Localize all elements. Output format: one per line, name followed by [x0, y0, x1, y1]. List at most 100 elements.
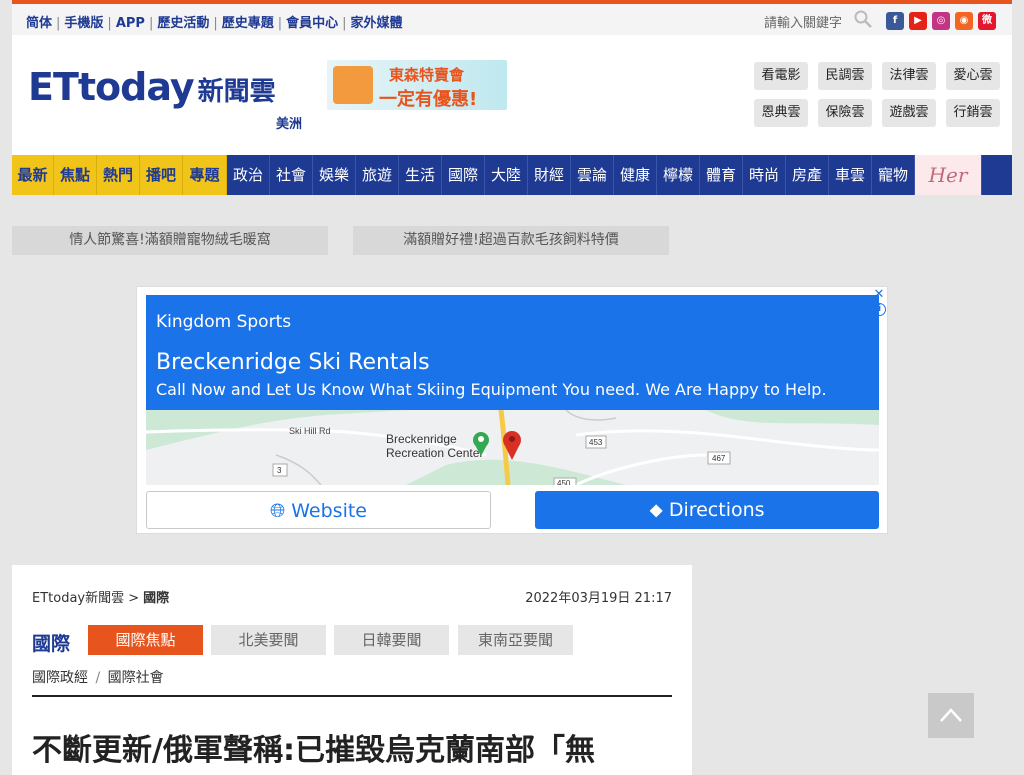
svg-text:453: 453: [589, 438, 603, 447]
promo-link-1[interactable]: 情人節驚喜!滿額贈寵物絨毛暖窩: [12, 226, 328, 255]
link-mobile[interactable]: 手機版: [64, 16, 103, 31]
tab-southeast-asia[interactable]: 東南亞要聞: [458, 625, 573, 655]
nav-opinion[interactable]: 雲論: [571, 155, 614, 195]
ad-title: Breckenridge Ski Rentals: [156, 350, 430, 375]
nav-sports[interactable]: 體育: [700, 155, 743, 195]
nav-lemon[interactable]: 檸檬: [657, 155, 700, 195]
search-input[interactable]: 請輸入關鍵字: [764, 12, 842, 31]
section-divider: [32, 695, 672, 697]
cloud-link-insurance[interactable]: 保險雲: [818, 99, 872, 127]
link-simplified[interactable]: 简体: [26, 16, 52, 31]
nav-life[interactable]: 生活: [399, 155, 442, 195]
breadcrumb: ETtoday新聞雲 > 國際: [32, 587, 169, 606]
nav-focus[interactable]: 焦點: [54, 155, 97, 195]
map-road-label: Ski Hill Rd: [289, 426, 331, 436]
map-graphic: Ski Hill Rd Breckenridge Recreation Cent…: [146, 410, 879, 485]
nav-finance[interactable]: 財經: [528, 155, 571, 195]
header-banner-ad[interactable]: 東森特賣會 一定有優惠!: [327, 60, 507, 110]
nav-broadcast[interactable]: 播吧: [140, 155, 183, 195]
website-button[interactable]: 🌐︎ Website: [146, 491, 491, 529]
promo-link-2[interactable]: 滿額贈好禮!超過百款毛孩飼料特價: [353, 226, 669, 255]
nav-her[interactable]: Her: [915, 155, 982, 195]
tab-international-focus[interactable]: 國際焦點: [88, 625, 203, 655]
article-headline: 不斷更新/俄軍聲稱:已摧毀烏克蘭南部「無: [32, 733, 595, 768]
route-450-badge: 450: [553, 477, 577, 485]
ad-unit: Kingdom Sports Breckenridge Ski Rentals …: [136, 286, 888, 534]
svg-text:467: 467: [712, 454, 726, 463]
search-icon[interactable]: [854, 10, 872, 28]
link-outdoor-media[interactable]: 家外媒體: [351, 16, 403, 31]
nav-international[interactable]: 國際: [442, 155, 485, 195]
section-title[interactable]: 國際: [32, 629, 70, 656]
map-place-label-2: Recreation Center: [386, 446, 483, 460]
nav-pets[interactable]: 寵物: [872, 155, 915, 195]
link-app[interactable]: APP: [116, 16, 145, 31]
breadcrumb-home[interactable]: ETtoday新聞雲 >: [32, 591, 139, 606]
cloud-link-poll[interactable]: 民調雲: [818, 62, 872, 90]
nav-cars[interactable]: 車雲: [829, 155, 872, 195]
cloud-link-game[interactable]: 遊戲雲: [882, 99, 936, 127]
facebook-icon[interactable]: f: [886, 12, 904, 30]
nav-society[interactable]: 社會: [270, 155, 313, 195]
top-bar: 简体 | 手機版 | APP | 歷史活動 | 歷史專題 | 會員中心 | 家外媒體 請輸入關鍵字 f …: [12, 4, 1012, 35]
nav-fashion[interactable]: 時尚: [743, 155, 786, 195]
shopping-bag-icon: [333, 66, 373, 104]
tab-north-america[interactable]: 北美要聞: [211, 625, 326, 655]
ad-info-icon[interactable]: i: [873, 303, 886, 316]
nav-realestate[interactable]: 房產: [786, 155, 829, 195]
website-label: Website: [291, 500, 367, 522]
youtube-icon[interactable]: ▶: [909, 12, 927, 30]
cloud-link-movie[interactable]: 看電影: [754, 62, 808, 90]
sub-category-links: 國際政經 / 國際社會: [32, 667, 164, 687]
top-links: 简体 | 手機版 | APP | 歷史活動 | 歷史專題 | 會員中心 | 家外媒體: [26, 16, 403, 31]
map-place-label-1: Breckenridge: [386, 432, 457, 446]
directions-icon: ⬥: [649, 499, 663, 521]
site-logo[interactable]: ETtoday 新聞雲: [28, 65, 276, 109]
directions-button[interactable]: ⬥ Directions: [535, 491, 879, 529]
route-453-badge: 453: [585, 435, 607, 449]
banner-line2: 一定有優惠!: [379, 89, 478, 110]
region-label[interactable]: 美洲: [276, 113, 302, 132]
weibo-icon[interactable]: 微: [978, 12, 996, 30]
cloud-link-charity[interactable]: 愛心雲: [946, 62, 1000, 90]
cloud-link-law[interactable]: 法律雲: [882, 62, 936, 90]
nav-health[interactable]: 健康: [614, 155, 657, 195]
globe-icon: 🌐︎: [270, 500, 286, 522]
site-header: ETtoday 新聞雲 美洲 東森特賣會 一定有優惠! 看電影 民調雲 法律雲 愛…: [12, 35, 1012, 155]
sub-link-separator: /: [95, 670, 101, 686]
tab-japan-korea[interactable]: 日韓要聞: [334, 625, 449, 655]
instagram-icon[interactable]: ◎: [932, 12, 950, 30]
cloud-link-marketing[interactable]: 行銷雲: [946, 99, 1000, 127]
nav-topics[interactable]: 專題: [183, 155, 227, 195]
route-3-badge: 3: [272, 463, 288, 477]
link-history-topics[interactable]: 歷史專題: [222, 16, 274, 31]
banner-line1: 東森特賣會: [389, 66, 465, 84]
ad-description: Call Now and Let Us Know What Skiing Equ…: [156, 380, 827, 399]
ad-header[interactable]: Kingdom Sports Breckenridge Ski Rentals …: [146, 295, 879, 410]
nav-china[interactable]: 大陸: [485, 155, 528, 195]
directions-label: Directions: [668, 499, 765, 521]
ad-sponsor: Kingdom Sports: [156, 312, 292, 332]
link-history-events[interactable]: 歷史活動: [157, 16, 209, 31]
sub-link-society[interactable]: 國際社會: [108, 670, 164, 686]
nav-popular[interactable]: 熱門: [97, 155, 140, 195]
route-467-badge: 467: [707, 451, 731, 465]
svg-text:3: 3: [277, 466, 282, 475]
main-nav: 最新 焦點 熱門 播吧 專題 政治 社會 娛樂 旅遊 生活 國際 大陸 財經 雲…: [12, 155, 1012, 195]
cloud-link-grace[interactable]: 恩典雲: [754, 99, 808, 127]
article-panel: ETtoday新聞雲 > 國際 2022年03月19日 21:17 國際 國際焦點…: [12, 565, 692, 775]
nav-latest[interactable]: 最新: [12, 155, 54, 195]
sub-link-politics-economy[interactable]: 國際政經: [32, 670, 88, 686]
logo-chinese: 新聞雲: [197, 77, 276, 107]
nav-travel[interactable]: 旅遊: [356, 155, 399, 195]
nav-entertainment[interactable]: 娛樂: [313, 155, 356, 195]
nav-politics[interactable]: 政治: [227, 155, 270, 195]
back-to-top-button[interactable]: [928, 693, 974, 738]
logo-wordmark: ETtoday: [28, 65, 195, 109]
breadcrumb-section[interactable]: 國際: [143, 591, 169, 606]
ad-map[interactable]: Ski Hill Rd Breckenridge Recreation Cent…: [146, 410, 879, 485]
link-member-center[interactable]: 會員中心: [286, 16, 338, 31]
rss-icon[interactable]: ◉: [955, 12, 973, 30]
article-date: 2022年03月19日 21:17: [525, 591, 672, 606]
ad-close-icon[interactable]: ✕: [871, 288, 887, 302]
